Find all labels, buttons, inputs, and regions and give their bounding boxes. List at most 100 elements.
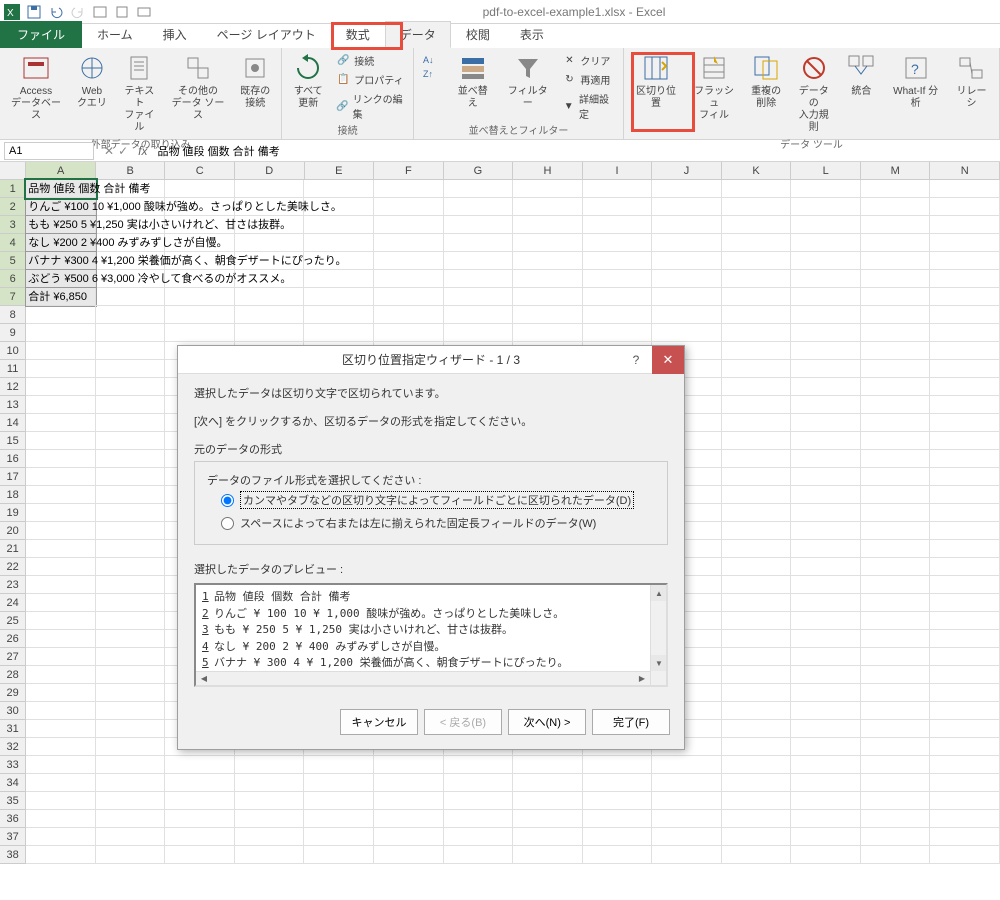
cell[interactable] — [861, 306, 931, 324]
row-header[interactable]: 24 — [0, 594, 26, 612]
cell[interactable] — [930, 612, 1000, 630]
cell[interactable] — [930, 216, 1000, 234]
column-header[interactable]: G — [444, 162, 514, 179]
cell[interactable] — [861, 342, 931, 360]
cell[interactable] — [791, 666, 861, 684]
cell[interactable] — [96, 738, 166, 756]
row-header[interactable]: 1 — [0, 180, 26, 198]
row-header[interactable]: 15 — [0, 432, 26, 450]
cell[interactable] — [304, 792, 374, 810]
cell[interactable] — [652, 180, 722, 198]
cell[interactable] — [791, 774, 861, 792]
cell[interactable] — [722, 432, 792, 450]
cell[interactable] — [583, 216, 653, 234]
column-header[interactable]: L — [791, 162, 861, 179]
cell[interactable] — [791, 846, 861, 864]
cell[interactable] — [26, 306, 96, 324]
cell[interactable] — [304, 324, 374, 342]
cell[interactable] — [791, 252, 861, 270]
cell[interactable] — [26, 594, 96, 612]
cell[interactable] — [652, 288, 722, 306]
cell[interactable] — [861, 468, 931, 486]
cell[interactable] — [96, 612, 166, 630]
cell[interactable] — [26, 522, 96, 540]
column-header[interactable]: I — [583, 162, 653, 179]
row-header[interactable]: 8 — [0, 306, 26, 324]
cell[interactable] — [96, 306, 166, 324]
cell[interactable] — [96, 792, 166, 810]
cancel-icon[interactable]: ✕ — [104, 144, 114, 158]
cell[interactable] — [791, 828, 861, 846]
cell[interactable] — [791, 396, 861, 414]
cell[interactable] — [930, 810, 1000, 828]
cell[interactable] — [722, 378, 792, 396]
cell[interactable] — [96, 468, 166, 486]
cell[interactable] — [722, 288, 792, 306]
cell[interactable] — [861, 504, 931, 522]
row-header[interactable]: 17 — [0, 468, 26, 486]
cell[interactable] — [96, 504, 166, 522]
cell[interactable] — [930, 414, 1000, 432]
column-header[interactable]: E — [305, 162, 375, 179]
cell[interactable] — [583, 846, 653, 864]
cell[interactable] — [96, 594, 166, 612]
cell[interactable] — [374, 252, 444, 270]
cell[interactable] — [861, 720, 931, 738]
cell[interactable] — [861, 630, 931, 648]
cell[interactable] — [930, 396, 1000, 414]
from-other-button[interactable]: その他の データ ソース — [167, 50, 229, 124]
cell[interactable] — [930, 648, 1000, 666]
cell[interactable] — [96, 666, 166, 684]
cell[interactable] — [791, 576, 861, 594]
cell[interactable] — [165, 792, 235, 810]
cell[interactable] — [722, 306, 792, 324]
cell[interactable] — [165, 756, 235, 774]
cell[interactable] — [791, 288, 861, 306]
cell[interactable] — [96, 450, 166, 468]
cell[interactable] — [861, 414, 931, 432]
row-header[interactable]: 32 — [0, 738, 26, 756]
cell[interactable] — [791, 756, 861, 774]
enter-icon[interactable]: ✓ — [118, 144, 128, 158]
cell[interactable] — [722, 360, 792, 378]
cell[interactable] — [722, 774, 792, 792]
close-button[interactable]: ✕ — [652, 346, 684, 374]
cell[interactable] — [304, 828, 374, 846]
cell[interactable] — [930, 252, 1000, 270]
cell[interactable] — [26, 774, 96, 792]
cell[interactable] — [930, 468, 1000, 486]
cell[interactable] — [791, 342, 861, 360]
cell[interactable] — [513, 306, 583, 324]
cell[interactable] — [930, 630, 1000, 648]
row-header[interactable]: 7 — [0, 288, 26, 306]
cell[interactable] — [26, 720, 96, 738]
cell[interactable] — [304, 180, 374, 198]
scroll-up-icon[interactable]: ▲ — [651, 585, 667, 601]
cell[interactable] — [374, 810, 444, 828]
cell[interactable] — [165, 288, 235, 306]
cell[interactable] — [444, 234, 514, 252]
cell[interactable] — [930, 486, 1000, 504]
cell[interactable] — [165, 306, 235, 324]
cell[interactable] — [930, 720, 1000, 738]
cell[interactable] — [791, 558, 861, 576]
cell[interactable] — [96, 540, 166, 558]
name-box[interactable] — [4, 142, 94, 160]
cell[interactable] — [722, 810, 792, 828]
cell[interactable] — [861, 594, 931, 612]
cell[interactable] — [96, 558, 166, 576]
finish-button[interactable]: 完了(F) — [592, 709, 670, 735]
from-text-button[interactable]: テキスト ファイル — [118, 50, 161, 136]
cell[interactable] — [722, 216, 792, 234]
cell[interactable] — [96, 414, 166, 432]
cell[interactable] — [26, 378, 96, 396]
row-header[interactable]: 38 — [0, 846, 26, 864]
cell[interactable] — [930, 198, 1000, 216]
cell[interactable] — [722, 252, 792, 270]
cell[interactable] — [374, 846, 444, 864]
cell[interactable] — [513, 288, 583, 306]
select-all-corner[interactable] — [0, 162, 26, 179]
cell[interactable] — [374, 234, 444, 252]
tab-data[interactable]: データ — [385, 21, 451, 48]
cell[interactable]: ぶどう ¥500 6 ¥3,000 冷やして食べるのがオススメ。 — [26, 270, 96, 288]
